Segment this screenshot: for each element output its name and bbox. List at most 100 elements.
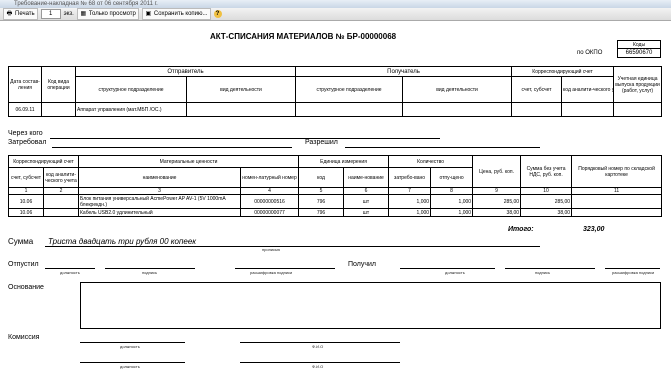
row-code: 796	[298, 208, 345, 217]
items-corr-header: Корреспондирующий счет	[7, 155, 80, 168]
released-position-line	[45, 268, 95, 269]
items-nomen-header: номен-латурный номер	[240, 167, 300, 188]
received-signature-line	[505, 268, 595, 269]
commission-fio-line-1	[240, 342, 400, 343]
received-by-label: Получил	[348, 261, 376, 268]
received-decoding-caption: расшифровка подписи	[612, 270, 655, 275]
commission-position-caption-2: должность	[120, 364, 140, 369]
sum-words-value: Триста двадцать три рубля 00 копеек	[48, 237, 197, 246]
items-table: Корреспондирующий счет Материальные ценн…	[7, 155, 663, 217]
row-sum: 38,00	[520, 208, 573, 217]
basis-label: Основание	[8, 284, 44, 291]
corr-analytic-header: код аналити-ческого учета	[561, 76, 615, 103]
receiver-activity-header: вид деятельности	[402, 76, 513, 103]
row-price: 285,00	[472, 194, 522, 209]
op-code-value	[41, 102, 76, 117]
date-value: 06.09.11	[8, 102, 42, 117]
commission-position-caption-1: должность	[120, 344, 140, 349]
received-position-line	[400, 268, 495, 269]
through-line	[50, 138, 440, 139]
row-nomen: 00000000516	[240, 194, 300, 209]
items-unit-name-header: наиме-нование	[343, 167, 390, 188]
items-qty-header: Количество	[388, 155, 474, 168]
col-number: 5	[298, 187, 345, 195]
row-analytic	[42, 208, 80, 217]
sender-activity-value	[185, 102, 297, 117]
row-account: 10.06	[8, 208, 44, 217]
requested-label: Затребовал	[8, 139, 47, 146]
corr-account-value	[511, 102, 563, 117]
row-released: 1,000	[430, 208, 474, 217]
row-nomen: 00000000077	[240, 208, 300, 217]
row-released: 1,000	[430, 194, 474, 209]
printer-icon: 🖶	[6, 10, 13, 17]
save-copy-label: Сохранить копию...	[153, 11, 208, 17]
commission-fio-line-2	[240, 362, 400, 363]
receiver-struct-header: структурное подразделение	[295, 76, 404, 103]
row-code: 796	[298, 194, 345, 209]
row-analytic	[42, 194, 80, 209]
col-number: 2	[42, 187, 80, 195]
row-sum: 285,00	[520, 194, 573, 209]
released-signature-caption: подпись	[142, 270, 158, 275]
through-label: Через кого	[8, 130, 43, 137]
col-number: 3	[78, 187, 242, 195]
released-decoding-caption: расшифровка подписи	[250, 270, 293, 275]
col-number: 1	[8, 187, 44, 195]
view-only-button[interactable]: ▦ Только просмотр	[76, 8, 139, 20]
allowed-label: Разрешил	[305, 139, 338, 146]
header-table: Дата состав-ления Код вида операции Отпр…	[8, 66, 663, 117]
codes-table: Коды 66590670	[617, 40, 661, 58]
commission-label: Комиссия	[8, 334, 40, 341]
row-order	[571, 194, 663, 209]
items-price-header: Цена, руб. коп.	[472, 155, 522, 188]
save-copy-button[interactable]: ▣ Сохранить копию...	[141, 8, 211, 20]
items-name-header: наименование	[78, 167, 242, 188]
view-only-label: Только просмотр	[88, 11, 136, 17]
okpo-value: 66590670	[617, 48, 661, 58]
unit-output-header: Учетная единица выпуска продукции (работ…	[613, 66, 663, 103]
window-title: Требование-накладная № 68 от 06 сентября…	[0, 0, 671, 8]
basis-box	[80, 282, 661, 329]
col-number: 10	[520, 187, 573, 195]
row-name: Блок питания универсальный AcmePower AP …	[78, 194, 242, 209]
op-code-header: Код вида операции	[41, 66, 76, 103]
table-row: 10.06 Кабель USB2.0 удлинительный 000000…	[8, 208, 663, 217]
released-by-label: Отпустил	[8, 261, 39, 268]
row-unit: шт	[343, 194, 390, 209]
help-icon[interactable]: ?	[213, 10, 222, 18]
codes-label: Коды	[617, 40, 661, 49]
print-label: Печать	[15, 11, 35, 17]
received-decoding-line	[605, 268, 660, 269]
receiver-header: Получатель	[295, 66, 513, 77]
row-unit: шт	[343, 208, 390, 217]
sender-header: Отправитель	[74, 66, 297, 77]
col-number: 8	[430, 187, 474, 195]
commission-position-line-1	[80, 342, 185, 343]
total-value: 323,00	[583, 226, 605, 233]
commission-fio-caption-2: Ф.И.О	[312, 364, 324, 369]
copies-input[interactable]: 1	[40, 9, 61, 19]
sum-label: Сумма	[8, 237, 34, 246]
date-header: Дата состав-ления	[8, 66, 42, 103]
items-values-header: Материальные ценности	[78, 155, 300, 168]
table-row: 10.06 Блок питания универсальный AcmePow…	[8, 194, 663, 209]
row-name: Кабель USB2.0 удлинительный	[78, 208, 242, 217]
col-number: 11	[571, 187, 663, 195]
sum-caption: прописью	[262, 247, 281, 252]
items-account-header: счет, субсчет	[8, 167, 44, 188]
copies-suffix: экз.	[63, 11, 74, 17]
total-label: Итого:	[508, 226, 534, 233]
items-released-header: отпу-щено	[430, 167, 474, 188]
requested-line	[52, 147, 292, 148]
disk-icon: ▣	[145, 10, 152, 17]
print-button[interactable]: 🖶 Печать	[3, 8, 38, 20]
receiver-struct-value	[295, 102, 404, 117]
commission-fio-caption-1: Ф.И.О	[312, 344, 324, 349]
view-icon: ▦	[80, 10, 87, 17]
print-toolbar: 🖶 Печать 1 экз. ▦ Только просмотр ▣ Сохр…	[0, 8, 671, 21]
sender-value: Аппарат управления (мат.МБП /ОС.)	[75, 102, 187, 117]
received-signature-caption: подпись	[535, 270, 551, 275]
col-number: 7	[388, 187, 432, 195]
row-requested: 1,000	[388, 208, 432, 217]
